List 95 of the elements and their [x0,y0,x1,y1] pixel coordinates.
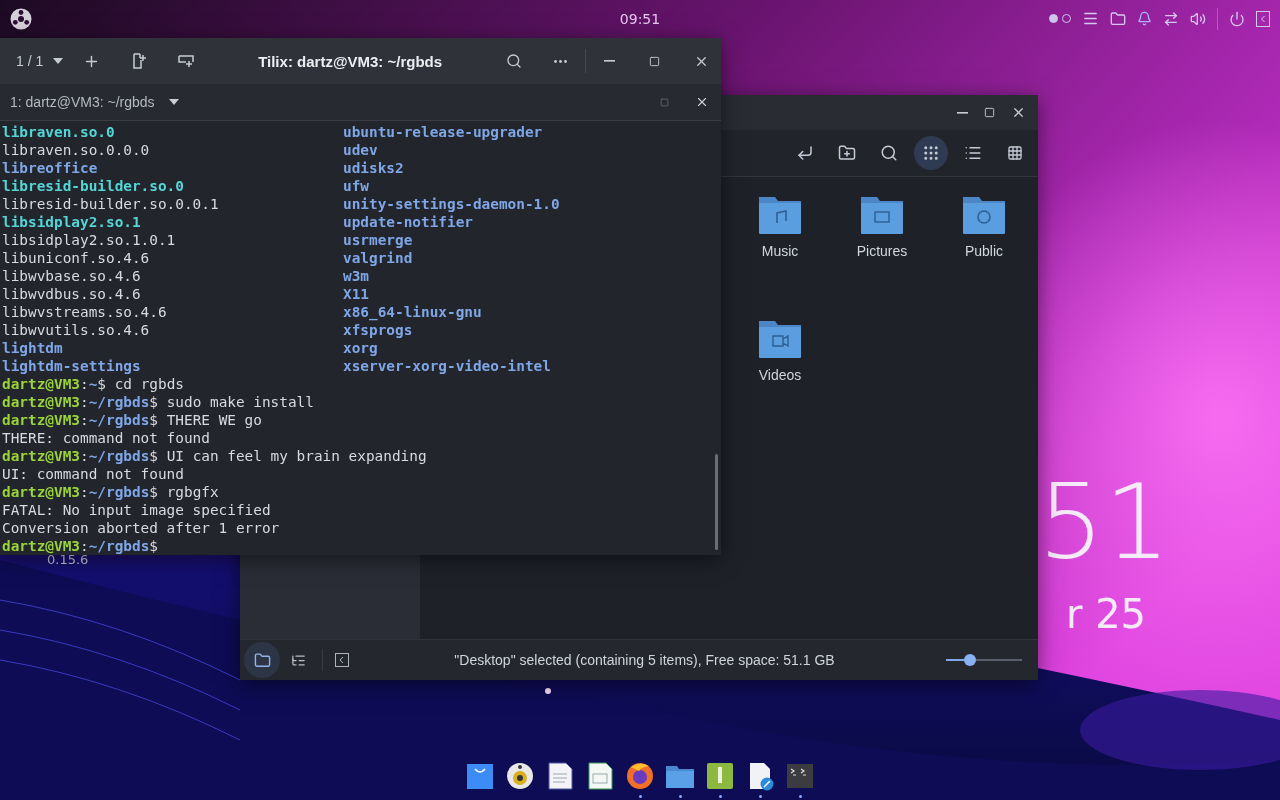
network-icon[interactable] [1163,10,1179,27]
clock[interactable]: 09:51 [619,10,661,27]
terminal-tab[interactable]: 1: dartz@VM3: ~/rgbds [0,94,189,111]
output-line: FATAL: No input image specified [2,501,271,519]
folder-name[interactable]: Music [761,243,799,259]
file-entry: libwvbase.so.4.6 [2,267,141,285]
folder-icon [859,195,905,235]
maximize-icon [660,97,669,107]
file-entry: unity-settings-daemon-1.0 [343,195,560,213]
sidebar-toggle-button[interactable] [244,642,280,678]
status-text: "Desktop" selected (containing 5 items), Free space: 51.1 GB [453,652,836,668]
file-entry: update-notifier [343,213,473,231]
prompt-line: dartz@VM3:~/rgbds$ rgbgfx [2,483,219,501]
collapse-panel-icon[interactable] [335,653,349,667]
split-down-icon [178,54,195,68]
search-icon [880,144,898,162]
file-entry: libresid-builder.so.0.0.1 [2,195,219,213]
file-entry: libsidplay2.so.1 [2,213,141,231]
workspace-dot[interactable] [1049,14,1058,23]
spreadsheet-icon[interactable] [585,761,615,791]
caret-icon [53,58,64,65]
file-entry: x86_64-linux-gnu [343,303,482,321]
file-entry: libresid-builder.so.0 [2,177,184,195]
file-entry: libsidplay2.so.1.0.1 [2,231,176,249]
window-title: Tilix: dartz@VM3: ~/rgbds [257,52,444,70]
file-entry: libraven.so.0.0.0 [2,141,150,159]
file-entry: libwvstreams.so.4.6 [2,303,167,321]
folder-icon [757,195,803,235]
file-entry: xorg [343,339,378,357]
archive-icon[interactable] [705,761,735,791]
session-switcher[interactable]: 1 / 1 [6,47,74,76]
output-line: THERE: command not found [2,429,210,447]
file-entry: libraven.so.0 [2,123,115,141]
bell-icon[interactable] [1137,11,1152,26]
return-icon [796,144,814,162]
desktop-clock: 51 [1038,470,1171,574]
launcher-icon[interactable] [10,7,32,30]
terminal-icon[interactable] [785,761,815,791]
maximize-icon [984,107,995,118]
file-entry: libwvdbus.so.4.6 [2,285,141,303]
close-icon [1011,105,1026,120]
desktop-date: r 25 [1066,594,1147,634]
search-icon [506,53,522,70]
folder-icon [253,651,271,669]
prompt-line: dartz@VM3:~$ cd rgbds [2,375,184,393]
file-entry: lightdm [2,339,63,357]
file-entry: ufw [343,177,369,195]
prompt-line: dartz@VM3:~/rgbds$ UI can feel my brain expanding [2,447,427,465]
browser-icon[interactable] [625,761,655,791]
bag-icon[interactable] [465,761,495,791]
file-entry: libwvutils.so.4.6 [2,321,150,339]
folder-name[interactable]: Videos [758,367,802,383]
folder-icon [757,319,803,359]
split-right-icon [132,53,147,70]
file-entry: udev [343,141,378,159]
scrollbar[interactable] [715,454,718,550]
slider-thumb[interactable] [963,654,976,666]
grid-icon [922,144,940,162]
file-entry: xserver-xorg-video-intel [343,357,551,375]
prompt-line: dartz@VM3:~/rgbds$ sudo make install [2,393,314,411]
document-icon[interactable] [545,761,575,791]
ellipsis-icon [554,59,567,63]
file-entry: lightdm-settings [2,357,141,375]
prompt-line: dartz@VM3:~/rgbds$ THERE WE go [2,411,262,429]
file-entry: X11 [343,285,369,303]
compact-grid-icon [1007,145,1023,161]
version-label: 0.15.6 [47,552,89,567]
file-entry: ubuntu-release-upgrader [343,123,543,141]
file-entry: libreoffice [2,159,98,177]
volume-icon[interactable] [1190,10,1206,27]
maximize-icon [649,55,660,67]
file-entry: xfsprogs [343,321,413,339]
prompt-line: dartz@VM3:~/rgbds$ [2,537,158,554]
toolbar-button[interactable] [914,136,948,170]
file-entry: udisks2 [343,159,404,177]
menu-icon[interactable] [1082,10,1099,27]
output-line: UI: command not found [2,465,184,483]
new-folder-icon [838,144,856,162]
caret-icon [168,99,179,106]
folder-name[interactable]: Pictures [856,243,908,259]
file-entry: valgrind [343,249,413,267]
folder-name[interactable]: Public [964,243,1004,259]
output-line: Conversion aborted after 1 error [2,519,280,537]
file-entry: libuniconf.so.4.6 [2,249,150,267]
folder-icon [961,195,1007,235]
speaker-icon[interactable] [505,761,535,791]
power-icon[interactable] [1229,10,1245,27]
minimize-icon [957,111,968,114]
tree-icon [290,652,306,668]
panel-toggle-icon[interactable] [1256,10,1270,27]
list-icon [964,144,982,162]
file-entry: w3m [343,267,369,285]
file-entry: usrmerge [343,231,413,249]
folder-icon[interactable] [1110,10,1126,27]
minimize-icon [604,60,615,63]
